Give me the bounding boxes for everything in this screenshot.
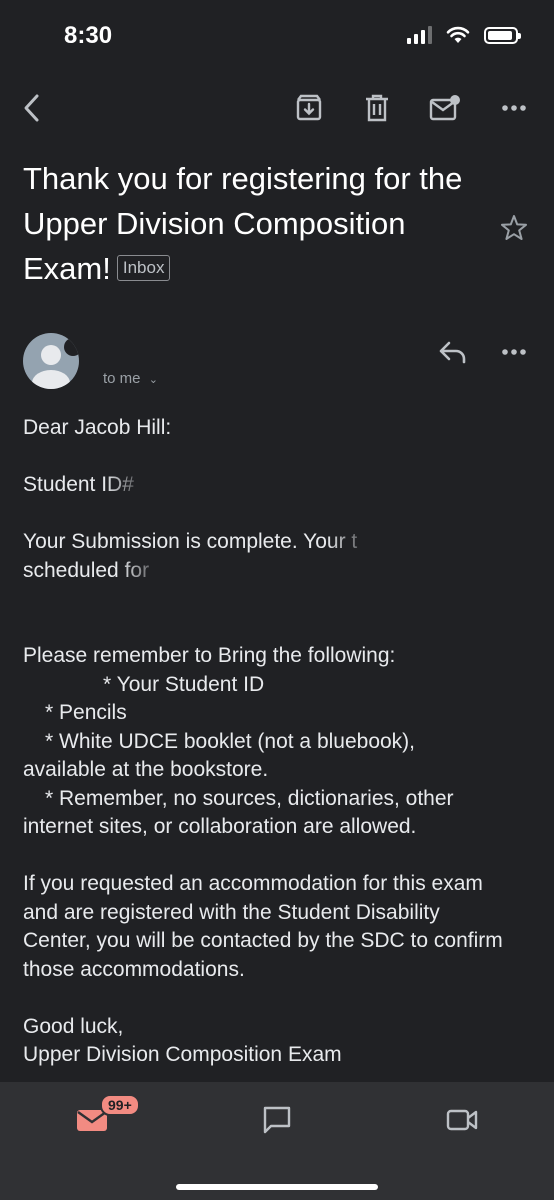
greeting: Dear Jacob Hill: <box>23 416 172 439</box>
status-time: 8:30 <box>64 22 113 49</box>
student-id-line: Student ID# <box>23 471 533 500</box>
list-item-booklet-cont: available at the bookstore. <box>23 758 269 781</box>
list-item-student-id: * Your Student ID <box>103 672 265 696</box>
chevron-down-icon: ⌄ <box>148 374 158 386</box>
list-item-pencils: * Pencils <box>45 701 127 724</box>
battery-icon <box>484 26 521 44</box>
signal-icon <box>407 26 432 44</box>
list-item-rules-cont: internet sites, or collaboration are all… <box>23 815 417 838</box>
accommodation-paragraph: If you requested an accommodation for th… <box>23 872 503 981</box>
list-item-booklet: * White UDCE booklet (not a bluebook), <box>45 729 416 753</box>
wifi-icon <box>446 26 470 43</box>
nav-chat-tab[interactable] <box>257 1100 297 1140</box>
submission-line-2: scheduled for <box>23 556 533 586</box>
star-icon[interactable] <box>498 212 530 244</box>
reply-icon[interactable] <box>436 336 468 368</box>
bottom-navigation <box>0 1082 554 1200</box>
email-body: Dear Jacob Hill: Student ID# Your Submis… <box>23 414 533 1070</box>
email-subject: Thank you for registering for the Upper … <box>23 156 483 291</box>
status-icons <box>407 26 521 44</box>
video-camera-icon <box>446 1109 478 1131</box>
unread-count-badge: 99+ <box>100 1094 140 1116</box>
home-indicator[interactable] <box>176 1184 378 1190</box>
list-item-rules: * Remember, no sources, dictionaries, ot… <box>45 786 454 810</box>
recipient-text: to me <box>103 370 141 387</box>
signature: Upper Division Composition Exam <box>23 1043 342 1066</box>
nav-meet-tab[interactable] <box>442 1100 482 1140</box>
back-icon[interactable] <box>14 90 50 126</box>
delete-icon[interactable] <box>359 90 395 126</box>
signoff: Good luck, <box>23 1014 124 1038</box>
status-bar: 8:30 <box>0 0 554 72</box>
recipient-line[interactable]: to me ⌄ <box>103 370 158 387</box>
inbox-label-badge[interactable]: Inbox <box>116 254 171 281</box>
mark-unread-icon[interactable] <box>427 90 463 126</box>
chat-icon <box>263 1106 291 1134</box>
more-options-icon[interactable] <box>496 90 532 126</box>
reminder-intro: Please remember to Bring the following: <box>23 644 396 667</box>
email-toolbar <box>0 80 554 136</box>
submission-line-1: Your Submission is complete. Your t <box>23 528 533 557</box>
subject-text: Thank you for registering for the Upper … <box>23 161 463 286</box>
message-more-icon[interactable] <box>498 336 530 368</box>
sender-avatar[interactable] <box>23 333 79 389</box>
archive-icon[interactable] <box>291 90 327 126</box>
